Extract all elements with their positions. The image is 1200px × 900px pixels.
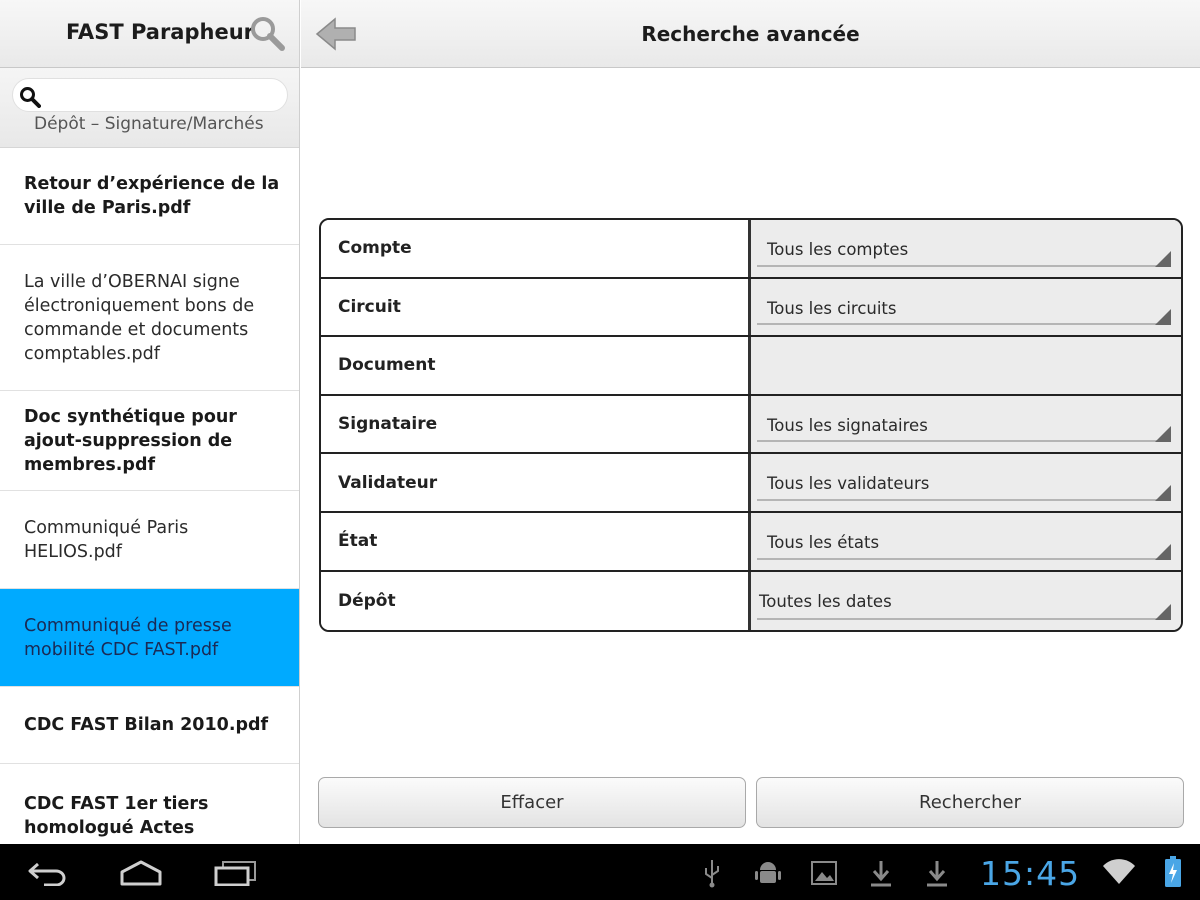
clear-button[interactable]: Effacer (318, 777, 746, 828)
select-value: Tous les états (767, 532, 880, 552)
select-value: Tous les comptes (767, 240, 909, 259)
field-label: Signataire (321, 395, 751, 453)
list-item[interactable]: CDC FAST 1er tiers homologué Actes (0, 764, 299, 844)
form-row-depot: Dépôt Toutes les dates (321, 571, 1181, 630)
field-label: Dépôt (321, 571, 751, 630)
dropdown-triangle-icon (1155, 604, 1171, 621)
select-value: Tous les validateurs (767, 474, 930, 494)
select-value: Tous les signataires (767, 415, 928, 435)
back-icon[interactable] (26, 860, 68, 890)
advanced-search-form: Compte Tous les comptes Circuit Tous les… (319, 218, 1183, 632)
dropdown-triangle-icon (1155, 309, 1171, 326)
list-item[interactable]: Doc synthétique pour ajout-suppression d… (0, 391, 299, 491)
list-item-label: CDC FAST 1er tiers homologué Actes (24, 794, 209, 838)
partially-hidden-item-label: Dépôt – Signature/Marchés (34, 114, 264, 134)
document-sidebar: FAST Parapheur Dépôt – Signature/Marchés… (0, 0, 300, 844)
select-underline (757, 440, 1171, 443)
list-item[interactable]: CDC FAST Bilan 2010.pdf (0, 687, 299, 764)
dropdown-triangle-icon (1155, 543, 1171, 560)
dropdown-triangle-icon (1155, 250, 1171, 267)
list-item[interactable]: Communiqué Paris HELIOS.pdf (0, 491, 299, 589)
dropdown-triangle-icon (1155, 426, 1171, 443)
list-item-label: Communiqué de presse mobilité CDC FAST.p… (24, 615, 232, 660)
select-value: Toutes les dates (759, 591, 892, 611)
list-item-label: Retour d’expérience de la ville de Paris… (24, 174, 280, 218)
search-button[interactable]: Rechercher (756, 777, 1184, 828)
list-item[interactable]: La ville d’OBERNAI signe électroniquemen… (0, 245, 299, 391)
circuit-select[interactable]: Tous les circuits (751, 278, 1181, 336)
form-row-etat: État Tous les états (321, 512, 1181, 572)
validateur-select[interactable]: Tous les validateurs (751, 454, 1181, 511)
form-row-circuit: Circuit Tous les circuits (321, 278, 1181, 338)
list-item-label: Doc synthétique pour ajout-suppression d… (24, 406, 237, 475)
list-item-label: CDC FAST Bilan 2010.pdf (24, 715, 269, 735)
field-label: Validateur (321, 454, 751, 511)
list-item[interactable]: Retour d’expérience de la ville de Paris… (0, 148, 299, 245)
document-list: Retour d’expérience de la ville de Paris… (0, 148, 299, 844)
etat-select[interactable]: Tous les états (751, 512, 1181, 570)
form-row-compte: Compte Tous les comptes (321, 220, 1181, 279)
signataire-select[interactable]: Tous les signataires (751, 395, 1181, 453)
app-title: FAST Parapheur (66, 20, 255, 44)
page-title: Recherche avancée (641, 22, 860, 46)
field-label: État (321, 512, 751, 570)
battery-charging-icon (1164, 856, 1182, 892)
dropdown-triangle-icon (1155, 484, 1171, 501)
compte-select[interactable]: Tous les comptes (751, 220, 1181, 277)
select-underline (757, 557, 1171, 560)
field-label: Document (321, 337, 751, 394)
main-header: Recherche avancée (301, 0, 1200, 68)
select-underline (757, 323, 1171, 326)
form-row-validateur: Validateur Tous les validateurs (321, 454, 1181, 513)
search-area: Dépôt – Signature/Marchés (0, 68, 299, 148)
field-label: Circuit (321, 278, 751, 336)
field-label: Compte (321, 220, 751, 277)
usb-icon (702, 858, 722, 892)
home-icon[interactable] (118, 860, 164, 890)
select-value: Tous les circuits (767, 298, 897, 318)
system-navigation-bar: 15:45 (0, 844, 1200, 900)
depot-select[interactable]: Toutes les dates (751, 571, 1181, 630)
select-underline (757, 618, 1171, 621)
select-underline (757, 264, 1171, 267)
list-item-label: Communiqué Paris HELIOS.pdf (24, 517, 189, 562)
search-field[interactable] (12, 78, 288, 112)
download-icon (924, 858, 950, 892)
form-row-document: Document (321, 337, 1181, 396)
image-icon (810, 860, 838, 890)
list-item-label: La ville d’OBERNAI signe électroniquemen… (24, 271, 255, 364)
download-icon (868, 858, 894, 892)
magnifier-icon (20, 87, 41, 108)
recent-apps-icon[interactable] (213, 860, 257, 890)
select-underline (757, 498, 1171, 501)
list-item-selected[interactable]: Communiqué de presse mobilité CDC FAST.p… (0, 589, 299, 687)
search-input[interactable] (53, 83, 281, 109)
form-row-signataire: Signataire Tous les signataires (321, 395, 1181, 455)
document-field[interactable] (751, 337, 1181, 394)
sidebar-header: FAST Parapheur (0, 0, 299, 68)
wifi-icon (1102, 858, 1136, 890)
android-debug-icon (754, 858, 782, 892)
status-clock: 15:45 (980, 854, 1081, 893)
search-icon[interactable] (248, 14, 288, 54)
